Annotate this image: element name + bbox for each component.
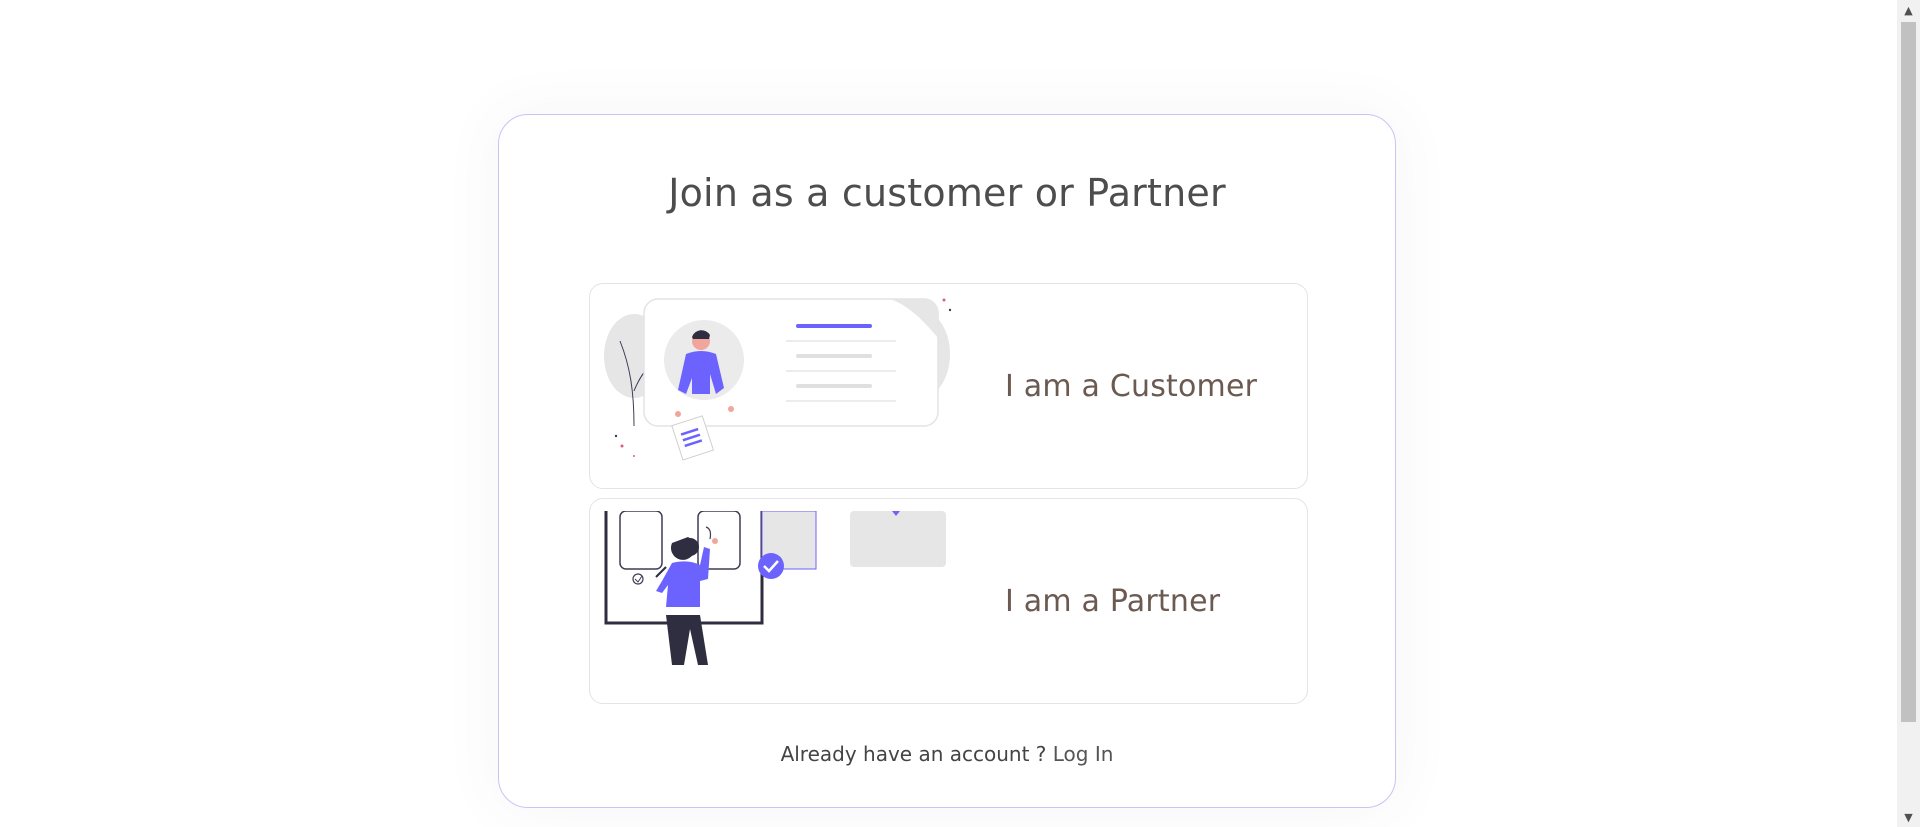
- page-title: Join as a customer or Partner: [668, 171, 1226, 215]
- page: Join as a customer or Partner I am a Cus…: [0, 0, 1897, 827]
- customer-option[interactable]: I am a Customer: [589, 283, 1308, 489]
- partner-option[interactable]: I am a Partner: [589, 498, 1308, 704]
- scroll-down-arrow-icon[interactable]: ▼: [1897, 807, 1920, 827]
- login-prompt-text: Already have an account ?: [780, 742, 1047, 766]
- vertical-scrollbar[interactable]: ▲ ▼: [1897, 0, 1920, 827]
- customer-option-label: I am a Customer: [1005, 368, 1258, 404]
- customer-profile-illustration: [604, 298, 952, 461]
- partner-option-label: I am a Partner: [1005, 583, 1221, 619]
- scroll-up-arrow-icon[interactable]: ▲: [1897, 0, 1920, 20]
- signup-card: Join as a customer or Partner I am a Cus…: [498, 114, 1396, 808]
- scrollbar-thumb[interactable]: [1901, 22, 1916, 722]
- login-link[interactable]: Log In: [1053, 742, 1114, 766]
- login-prompt: Already have an account ? Log In: [499, 742, 1395, 766]
- partner-board-illustration: [604, 511, 946, 665]
